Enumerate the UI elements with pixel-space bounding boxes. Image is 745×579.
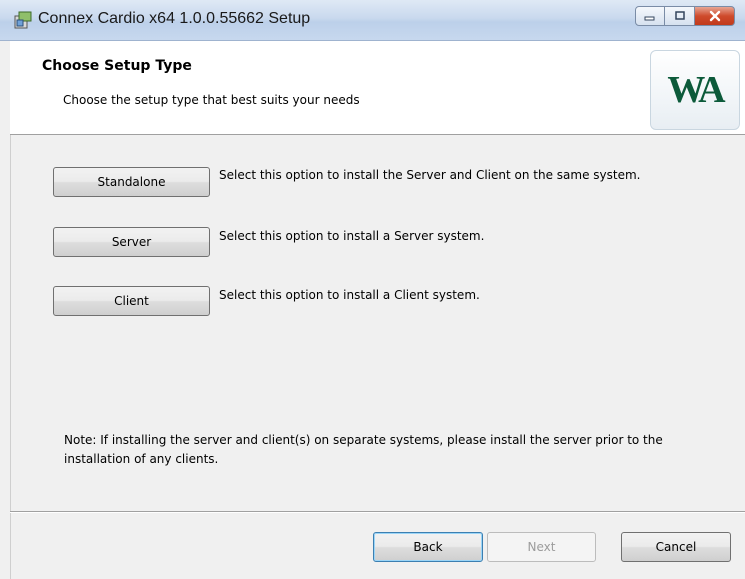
- header-panel: Choose Setup Type Choose the setup type …: [10, 41, 745, 135]
- install-note: Note: If installing the server and clien…: [64, 433, 663, 466]
- company-logo: WA: [650, 50, 740, 130]
- server-button[interactable]: Server: [53, 227, 210, 257]
- maximize-icon: [674, 11, 685, 20]
- window-title: Connex Cardio x64 1.0.0.55662 Setup: [38, 10, 311, 27]
- page-title: Choose Setup Type: [42, 58, 192, 74]
- installer-icon: [14, 11, 32, 29]
- close-icon: [709, 10, 720, 22]
- minimize-icon: [644, 16, 655, 21]
- footer-divider: [10, 511, 745, 513]
- maximize-button[interactable]: [665, 6, 695, 26]
- close-button[interactable]: [695, 6, 735, 26]
- setup-window: Connex Cardio x64 1.0.0.55662 Setup Choo…: [0, 0, 745, 579]
- client-description: Select this option to install a Client s…: [219, 288, 480, 302]
- page-subtitle: Choose the setup type that best suits yo…: [63, 93, 360, 107]
- standalone-button[interactable]: Standalone: [53, 167, 210, 197]
- caption-buttons: [635, 6, 735, 28]
- minimize-button[interactable]: [635, 6, 665, 26]
- client-button[interactable]: Client: [53, 286, 210, 316]
- back-button[interactable]: Back: [373, 532, 483, 562]
- logo-text: WA: [667, 69, 725, 111]
- server-description: Select this option to install a Server s…: [219, 229, 485, 243]
- cancel-button[interactable]: Cancel: [621, 532, 731, 562]
- next-button[interactable]: Next: [487, 532, 596, 562]
- standalone-description: Select this option to install the Server…: [219, 168, 641, 182]
- title-bar[interactable]: Connex Cardio x64 1.0.0.55662 Setup: [0, 0, 745, 41]
